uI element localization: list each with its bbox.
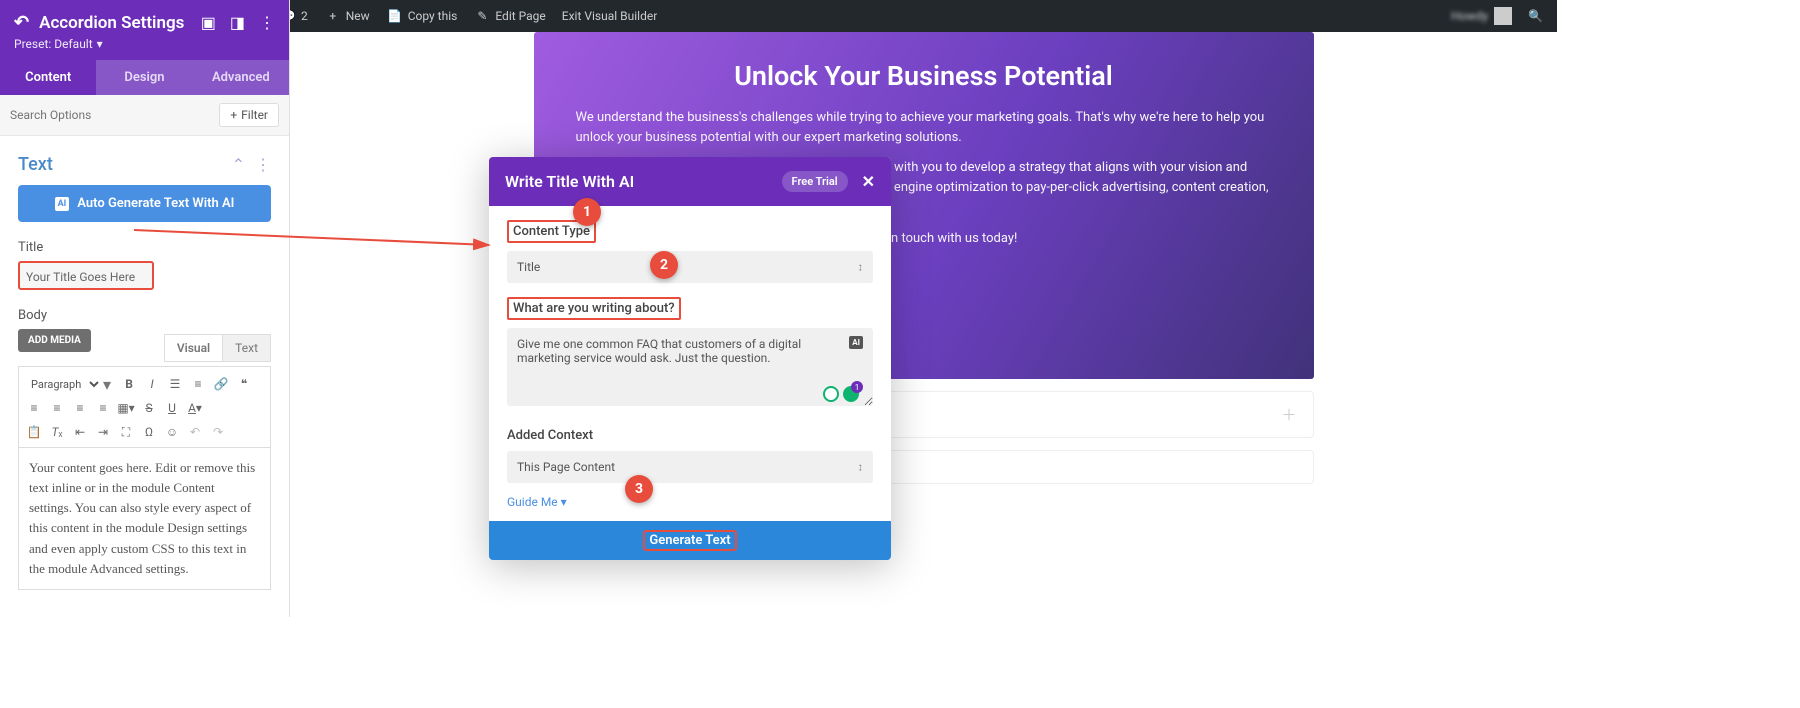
indent-icon[interactable]: ⇥ [92,421,114,443]
user-account[interactable]: Howdy [1443,7,1520,25]
context-label: Added Context [507,428,593,443]
annotation-2: 2 [650,251,678,279]
annotation-1: 1 [573,198,601,226]
align-justify-icon[interactable]: ≡ [92,397,114,419]
tab-advanced[interactable]: Advanced [193,60,289,95]
sidebar-header: ↶ Accordion Settings ▣ ◨ ⋮ Preset: Defau… [0,0,289,60]
copy-this[interactable]: 📄Copy this [378,7,466,25]
title-input[interactable] [26,270,146,284]
auto-generate-button[interactable]: AIAuto Generate Text With AI [18,185,271,222]
kebab-icon[interactable]: ⋮ [259,13,275,32]
filter-button[interactable]: +Filter [219,103,279,127]
new-content[interactable]: +New [316,7,378,25]
collapse-icon[interactable]: ⌃ [232,155,245,174]
annotation-3: 3 [625,475,653,503]
clear-icon[interactable]: Tₓ [46,421,68,443]
content-type-select[interactable]: Title [507,251,873,283]
tab-design[interactable]: Design [96,60,192,95]
sidebar-title: Accordion Settings [39,13,184,33]
exit-visual-builder[interactable]: Exit Visual Builder [554,9,666,23]
editor-body[interactable]: Your content goes here. Edit or remove t… [18,448,271,590]
preset-selector[interactable]: Preset: Default▾ [14,37,103,51]
align-right-icon[interactable]: ≡ [69,397,91,419]
emoji-icon[interactable]: ☺ [161,421,183,443]
undo-icon[interactable]: ↶ [184,421,206,443]
strike-icon[interactable]: S [138,397,160,419]
paste-icon[interactable]: 📋 [23,421,45,443]
editor-tab-text[interactable]: Text [222,334,271,362]
redo-icon[interactable]: ↷ [207,421,229,443]
prompt-label: What are you writing about? [507,297,681,320]
hero-p1: We understand the business's challenges … [576,108,1272,148]
plus-icon: ＋ [1281,404,1296,425]
focus-icon[interactable]: ▣ [201,13,216,32]
modal-title: Write Title With AI [505,172,634,191]
search-input[interactable] [10,108,219,122]
expand-icon[interactable]: ◨ [230,13,245,32]
sidebar-tabs: Content Design Advanced [0,60,289,95]
fullscreen-icon[interactable]: ⛶ [115,421,137,443]
free-trial-badge[interactable]: Free Trial [782,171,848,192]
ol-icon[interactable]: ≡ [187,373,209,395]
search-icon[interactable]: 🔍 [1520,9,1551,23]
table-icon[interactable]: ▦▾ [115,397,137,419]
ai-modal: Write Title With AI Free Trial ✕ Content… [489,157,891,560]
section-text: Text [18,154,53,175]
bold-icon[interactable]: B [118,373,140,395]
textcolor-icon[interactable]: A▾ [184,397,206,419]
paragraph-select[interactable]: Paragraph [23,375,102,394]
editor-toolbar: Paragraph ▾ B I ☰ ≡ 🔗 ❝ ≡ ≡ ≡ ≡ ▦▾ S U A… [18,366,271,448]
link-icon[interactable]: 🔗 [210,373,232,395]
close-icon[interactable]: ✕ [862,172,875,191]
tab-content[interactable]: Content [0,60,96,95]
body-label: Body [18,308,271,323]
section-kebab-icon[interactable]: ⋮ [255,155,271,174]
prompt-textarea[interactable]: Give me one common FAQ that customers of… [507,328,873,406]
ai-tag: AI [849,336,863,349]
edit-page[interactable]: ✎Edit Page [465,7,553,25]
special-icon[interactable]: Ω [138,421,160,443]
underline-icon[interactable]: U [161,397,183,419]
context-select[interactable]: This Page Content [507,451,873,483]
quote-icon[interactable]: ❝ [233,373,255,395]
grammarly-icon[interactable] [823,386,859,402]
settings-sidebar: ↶ Accordion Settings ▣ ◨ ⋮ Preset: Defau… [0,0,290,617]
editor-tab-visual[interactable]: Visual [164,334,222,362]
align-center-icon[interactable]: ≡ [46,397,68,419]
ul-icon[interactable]: ☰ [164,373,186,395]
page-canvas: Unlock Your Business Potential We unders… [290,32,1557,617]
generate-button[interactable]: Generate Text [489,521,891,560]
back-icon[interactable]: ↶ [14,12,29,33]
align-left-icon[interactable]: ≡ [23,397,45,419]
guide-me-link[interactable]: Guide Me ▾ [507,495,873,509]
add-media-button[interactable]: ADD MEDIA [18,329,91,352]
annotation-arrow [134,225,504,255]
outdent-icon[interactable]: ⇤ [69,421,91,443]
italic-icon[interactable]: I [141,373,163,395]
hero-title: Unlock Your Business Potential [576,60,1272,92]
title-input-highlight [18,261,154,290]
